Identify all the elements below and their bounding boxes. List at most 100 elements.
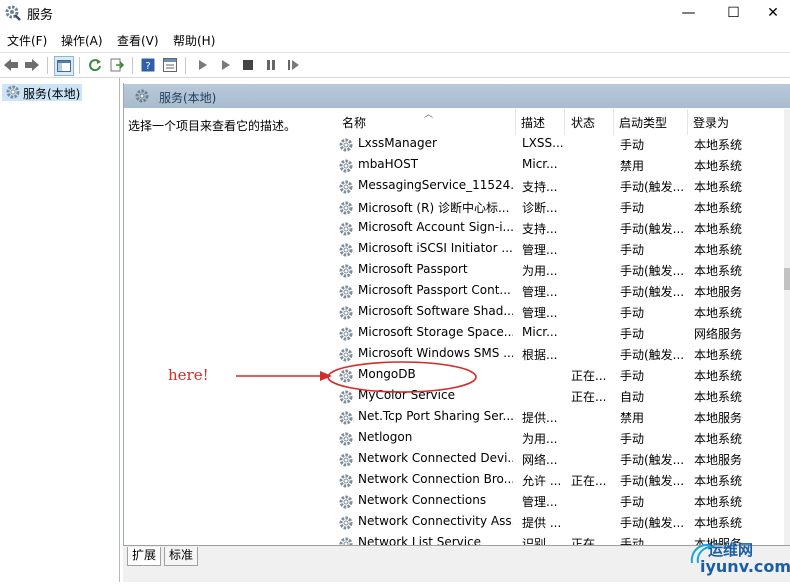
cell-log-on-as: 本地服务 (694, 411, 743, 425)
service-gear-icon (339, 411, 353, 425)
table-row[interactable]: Net.Tcp Port Sharing Ser... 提供... 禁用 本地服务 (334, 407, 784, 428)
watermark: 运维网 iyunv.com (688, 537, 790, 581)
maximize-button[interactable]: ☐ (711, 0, 756, 26)
pause-service-icon[interactable] (262, 56, 280, 74)
cell-log-on-as: 本地系统 (694, 516, 743, 530)
cell-startup-type: 禁用 (620, 411, 645, 425)
cell-status: 正在... (571, 537, 607, 545)
services-gear-icon (5, 5, 21, 21)
services-list: ︿ 名称 描述 状态 启动类型 登录为 LxssManager LXSS... 手动… (334, 109, 784, 545)
cell-name: Network Connection Bro... (358, 472, 513, 486)
menu-view[interactable]: 查看(V) (117, 32, 159, 49)
cell-startup-type: 手动 (620, 201, 645, 215)
tab-standard[interactable]: 标准 (164, 547, 199, 566)
table-row[interactable]: Network Connection Bro... 允许 ... 正在... 手动(触… (334, 470, 784, 491)
cell-description: 支持... (522, 180, 558, 194)
menu-help[interactable]: 帮助(H) (173, 32, 215, 49)
table-row[interactable]: mbaHOST Micr... 禁用 本地系统 (334, 155, 784, 176)
cell-log-on-as: 本地系统 (694, 369, 743, 383)
cell-startup-type: 手动 (620, 369, 645, 383)
pane-title: 服务(本地) (159, 91, 217, 105)
cell-startup-type: 手动(触发... (620, 516, 685, 530)
cell-description: 识别... (522, 537, 558, 545)
tree-item-local-services[interactable]: 服务(本地) (2, 84, 82, 101)
cell-name: Network Connectivity Ass... (358, 514, 513, 528)
column-startup-type[interactable]: 启动类型 (619, 114, 667, 131)
console-tree-icon[interactable] (54, 56, 74, 76)
cell-name: Microsoft Account Sign-i... (358, 220, 513, 234)
column-log-on-as[interactable]: 登录为 (693, 114, 729, 131)
cell-description: 提供... (522, 411, 558, 425)
cell-status: 正在... (571, 369, 607, 383)
cell-startup-type: 手动 (620, 138, 645, 152)
cell-startup-type: 手动 (620, 306, 645, 320)
cell-log-on-as: 本地系统 (694, 243, 743, 257)
minimize-button[interactable]: — (666, 0, 711, 26)
menu-action[interactable]: 操作(A) (61, 32, 103, 49)
cell-startup-type: 手动 (620, 432, 645, 446)
cell-description: 管理... (522, 243, 558, 257)
start-service-alt-icon[interactable] (217, 56, 235, 74)
table-row[interactable]: Microsoft Software Shad... 管理... 手动 本地系统 (334, 302, 784, 323)
table-row[interactable]: Network Connectivity Ass... 提供 ... 手动(触发..… (334, 512, 784, 533)
export-list-icon[interactable] (108, 56, 126, 74)
cell-description: 提供 ... (522, 516, 562, 530)
table-row[interactable]: Microsoft Passport Cont... 管理... 手动(触发... 本… (334, 281, 784, 302)
properties-icon[interactable] (161, 56, 179, 74)
table-row[interactable]: Network Connections 管理... 手动 本地系统 (334, 491, 784, 512)
scrollbar-thumb[interactable] (784, 268, 790, 290)
cell-name: Network List Service (358, 535, 482, 545)
cell-log-on-as: 本地服务 (694, 453, 743, 467)
tab-extended[interactable]: 扩展 (127, 547, 162, 566)
cell-name: Netlogon (358, 430, 413, 444)
menu-bar: 文件(F) 操作(A) 查看(V) 帮助(H) (0, 30, 790, 50)
forward-icon[interactable] (23, 56, 41, 74)
table-row[interactable]: Microsoft Storage Space... Micr... 手动 网络服务 (334, 323, 784, 344)
cell-description: LXSS... (522, 136, 564, 150)
vertical-scrollbar[interactable] (784, 109, 790, 545)
service-description: 选择一个项目来查看它的描述。 (128, 119, 297, 133)
service-gear-icon (339, 180, 353, 194)
service-gear-icon (339, 306, 353, 320)
back-icon[interactable] (2, 56, 20, 74)
cell-startup-type: 手动(触发... (620, 222, 685, 236)
stop-service-icon[interactable] (239, 56, 257, 74)
cell-log-on-as: 本地系统 (694, 495, 743, 509)
table-row[interactable]: Microsoft Passport 为用... 手动(触发... 本地系统 (334, 260, 784, 281)
service-gear-icon (339, 327, 353, 341)
cell-description: 管理... (522, 495, 558, 509)
service-gear-icon (339, 474, 353, 488)
table-row[interactable]: LxssManager LXSS... 手动 本地系统 (334, 134, 784, 155)
cell-log-on-as: 本地系统 (694, 180, 743, 194)
table-row[interactable]: MessagingService_11524... 支持... 手动(触发... 本地… (334, 176, 784, 197)
cell-startup-type: 手动 (620, 537, 645, 545)
cell-name: Microsoft Storage Space... (358, 325, 513, 339)
list-header: ︿ 名称 描述 状态 启动类型 登录为 (334, 109, 784, 135)
annotation-arrow (236, 371, 332, 381)
service-gear-icon (339, 264, 353, 278)
start-service-icon[interactable] (194, 56, 212, 74)
menu-file[interactable]: 文件(F) (7, 32, 47, 49)
column-status[interactable]: 状态 (571, 114, 595, 131)
help-icon[interactable]: ? (139, 56, 157, 74)
table-row[interactable]: Microsoft (R) 诊断中心标... 诊断... 手动 本地系统 (334, 197, 784, 218)
cell-startup-type: 禁用 (620, 159, 645, 173)
service-gear-icon (339, 432, 353, 446)
column-description[interactable]: 描述 (521, 114, 545, 131)
refresh-icon[interactable] (86, 56, 104, 74)
restart-service-icon[interactable] (285, 56, 303, 74)
cell-log-on-as: 本地系统 (694, 474, 743, 488)
svg-text:?: ? (145, 61, 150, 72)
close-button[interactable]: ✕ (756, 0, 790, 26)
cell-startup-type: 自动 (620, 390, 645, 404)
cell-log-on-as: 本地服务 (694, 285, 743, 299)
column-name[interactable]: 名称 (342, 114, 366, 131)
table-row[interactable]: Netlogon 为用... 手动 本地系统 (334, 428, 784, 449)
table-row[interactable]: Microsoft Account Sign-i... 支持... 手动(触发...… (334, 218, 784, 239)
cell-description: 根据... (522, 348, 558, 362)
table-row[interactable]: Microsoft iSCSI Initiator ... 管理... 手动 本地系统 (334, 239, 784, 260)
cell-log-on-as: 本地系统 (694, 201, 743, 215)
table-row[interactable]: Network Connected Devi... 网络... 手动(触发... 本地… (334, 449, 784, 470)
service-gear-icon (339, 222, 353, 236)
cell-description: 管理... (522, 306, 558, 320)
